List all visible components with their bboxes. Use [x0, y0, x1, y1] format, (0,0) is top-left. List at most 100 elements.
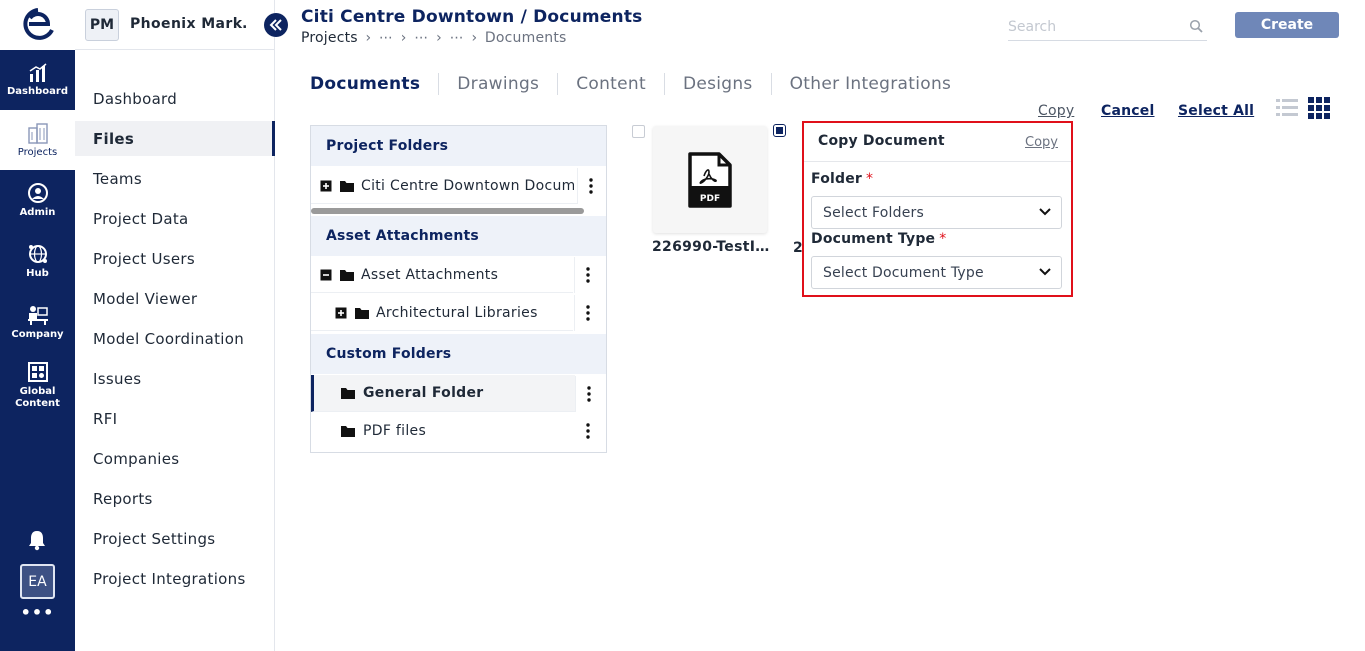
nav-teams[interactable]: Teams — [75, 161, 275, 196]
nav-dashboard[interactable]: Dashboard — [75, 81, 275, 116]
nav-issues[interactable]: Issues — [75, 361, 275, 396]
rail-dashboard-label: Dashboard — [7, 85, 68, 97]
tab-designs[interactable]: Designs — [665, 73, 772, 95]
breadcrumb-ellipsis[interactable]: ⋯ — [379, 30, 393, 46]
rail-company[interactable]: Company — [0, 292, 75, 352]
breadcrumb-ellipsis[interactable]: ⋯ — [414, 30, 428, 46]
rail-more-icon[interactable]: ••• — [0, 603, 75, 622]
search-input[interactable] — [1008, 15, 1178, 39]
breadcrumb-separator-icon: › — [400, 30, 407, 46]
nav-rfi[interactable]: RFI — [75, 401, 275, 436]
popover-copy-link[interactable]: Copy — [1025, 135, 1058, 150]
search-box — [1008, 15, 1207, 41]
breadcrumb-projects[interactable]: Projects — [301, 30, 358, 46]
rail-hub[interactable]: Hub — [0, 231, 75, 291]
nav-project-data[interactable]: Project Data — [75, 201, 275, 236]
breadcrumb-separator-icon: › — [471, 30, 478, 46]
notifications-bell-icon[interactable] — [26, 529, 48, 551]
rail-global-content[interactable]: Global Content — [0, 352, 75, 418]
nav-project-users[interactable]: Project Users — [75, 241, 275, 276]
folder-row-project-root[interactable]: Citi Centre Downtown Documents — [311, 168, 581, 204]
breadcrumb-separator-icon: › — [436, 30, 442, 46]
folder-select-value: Select Folders — [823, 204, 924, 221]
dashboard-chart-icon — [29, 62, 46, 82]
nav-companies[interactable]: Companies — [75, 441, 275, 476]
tab-documents[interactable]: Documents — [310, 73, 440, 95]
nav-project-settings[interactable]: Project Settings — [75, 521, 275, 556]
nav-files[interactable]: Files — [75, 121, 275, 156]
copy-action-link[interactable]: Copy — [1038, 103, 1074, 119]
app-logo[interactable] — [0, 0, 75, 50]
rail-hub-label: Hub — [26, 267, 49, 279]
folder-menu-kebab-icon[interactable] — [577, 168, 603, 204]
page-title: Citi Centre Downtown / Documents — [301, 7, 643, 27]
cancel-action-link[interactable]: Cancel — [1101, 103, 1154, 119]
nav-reports[interactable]: Reports — [75, 481, 275, 516]
document-checkbox[interactable] — [632, 125, 645, 138]
document-checkbox-checked[interactable] — [773, 124, 786, 137]
rail-projects[interactable]: Projects — [0, 110, 75, 170]
folder-label: Architectural Libraries — [376, 304, 538, 321]
folder-row-general-folder[interactable]: General Folder — [311, 375, 575, 412]
list-view-icon[interactable] — [1276, 97, 1298, 119]
folder-row-asset-attachments[interactable]: Asset Attachments — [311, 257, 573, 293]
company-desk-icon — [27, 305, 48, 325]
breadcrumb: Projects › ⋯ › ⋯ › ⋯ › Documents — [301, 30, 567, 46]
create-button[interactable]: Create — [1235, 12, 1339, 38]
folder-row-pdf-files[interactable]: PDF files — [311, 413, 575, 449]
global-rail: Dashboard Projects Admin Hub Company Glo… — [0, 0, 75, 651]
tab-content[interactable]: Content — [558, 73, 665, 95]
rail-admin[interactable]: Admin — [0, 170, 75, 230]
document-card[interactable]: PDF — [653, 126, 767, 233]
document-type-select[interactable]: Select Document Type — [811, 256, 1062, 289]
rail-projects-label: Projects — [17, 146, 58, 158]
folder-label: PDF files — [363, 423, 427, 439]
collapse-nav-button[interactable] — [264, 13, 288, 37]
required-asterisk: * — [939, 231, 947, 247]
project-nav: PM Phoenix Mark… Dashboard Files Teams P… — [75, 0, 275, 651]
logo-e-icon — [22, 8, 54, 40]
double-chevron-left-icon — [269, 19, 282, 31]
rail-global-content-label: Global Content — [15, 385, 60, 409]
folder-menu-kebab-icon[interactable] — [575, 376, 601, 412]
user-avatar[interactable]: EA — [20, 564, 55, 599]
projects-building-icon — [27, 122, 48, 144]
folder-icon — [340, 180, 354, 192]
folder-menu-kebab-icon[interactable] — [574, 257, 600, 293]
nav-model-coordination[interactable]: Model Coordination — [75, 321, 275, 356]
expand-plus-icon[interactable] — [335, 307, 347, 319]
nav-project-integrations[interactable]: Project Integrations — [75, 561, 275, 596]
admin-user-icon — [27, 182, 48, 203]
project-badge[interactable]: PM — [85, 9, 119, 41]
breadcrumb-separator-icon: › — [365, 30, 372, 46]
folder-menu-kebab-icon[interactable] — [575, 413, 601, 449]
folder-label: Asset Attachments — [361, 266, 499, 283]
asset-attachments-header: Asset Attachments — [311, 216, 606, 256]
tab-other-integrations[interactable]: Other Integrations — [772, 73, 970, 95]
popover-header: Copy Document Copy — [804, 123, 1071, 162]
horizontal-scrollbar[interactable] — [311, 208, 584, 214]
search-icon[interactable] — [1189, 19, 1203, 33]
hub-globe-icon — [28, 244, 47, 263]
tab-drawings[interactable]: Drawings — [439, 73, 559, 95]
folder-icon — [341, 426, 355, 437]
grid-view-icon[interactable] — [1308, 97, 1330, 119]
folder-menu-kebab-icon[interactable] — [574, 295, 600, 331]
popover-title: Copy Document — [818, 133, 945, 149]
folder-label-text: Folder — [811, 171, 863, 187]
document-name[interactable]: 226990-TestI… — [652, 239, 770, 255]
folder-icon — [340, 269, 354, 281]
breadcrumb-ellipsis[interactable]: ⋯ — [450, 30, 464, 46]
project-name[interactable]: Phoenix Mark… — [130, 16, 248, 32]
rail-dashboard[interactable]: Dashboard — [0, 50, 75, 110]
project-folders-header: Project Folders — [311, 126, 606, 166]
folder-select[interactable]: Select Folders — [811, 196, 1062, 229]
nav-model-viewer[interactable]: Model Viewer — [75, 281, 275, 316]
document-type-select-value: Select Document Type — [823, 264, 984, 281]
collapse-minus-icon[interactable] — [320, 269, 332, 281]
folder-label: Citi Centre Downtown Documents — [361, 177, 574, 194]
chevron-down-icon — [1039, 268, 1051, 276]
expand-plus-icon[interactable] — [320, 180, 332, 192]
select-all-link[interactable]: Select All — [1178, 103, 1254, 119]
folder-row-architectural-libraries[interactable]: Architectural Libraries — [311, 295, 573, 331]
